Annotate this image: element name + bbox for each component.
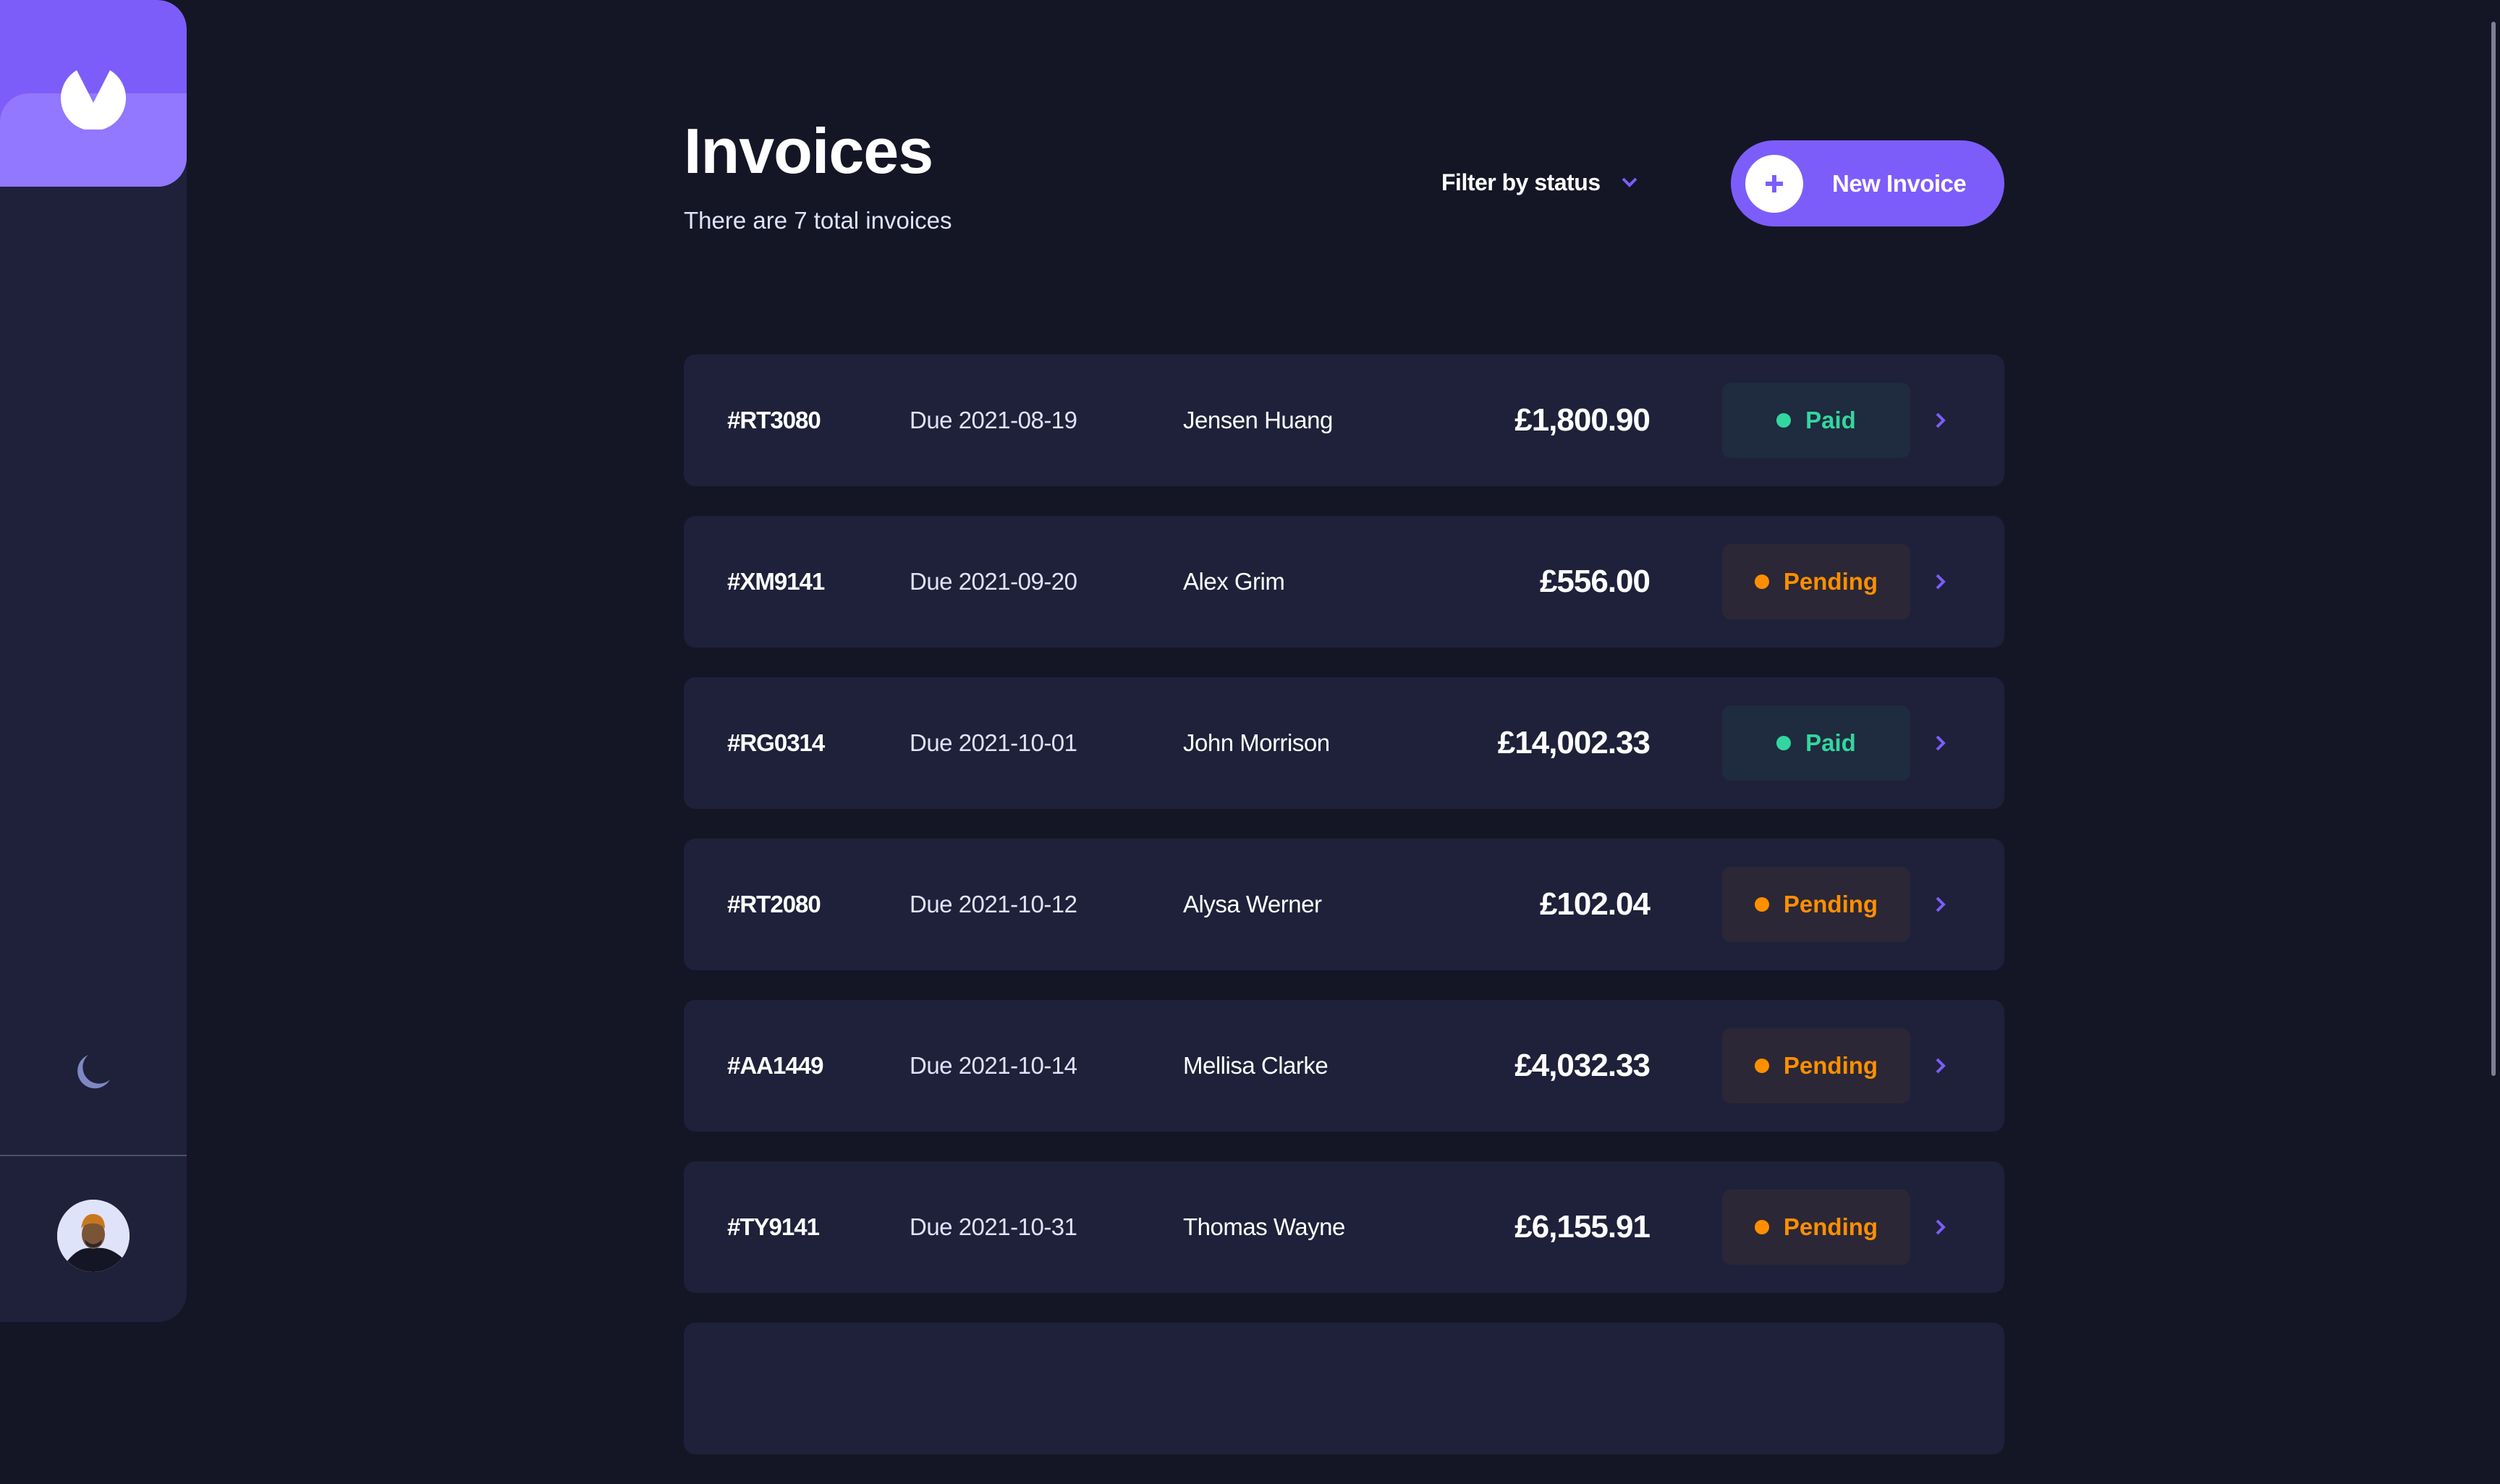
invoice-row[interactable]: #RT3080 Due 2021-08-19 Jensen Huang £1,8…: [684, 355, 2004, 486]
status-dot-icon: [1754, 1220, 1769, 1234]
status-dot-icon: [1754, 1059, 1769, 1073]
status-dot-icon: [1754, 574, 1769, 589]
status-label: Pending: [1783, 568, 1878, 595]
chevron-right-icon: [1936, 574, 1946, 590]
filter-by-status-dropdown[interactable]: Filter by status: [1441, 168, 1638, 197]
avatar-image: [57, 1200, 130, 1272]
invoice-due-date: Due 2021-10-12: [910, 891, 1077, 917]
chevron-down-icon: [1622, 177, 1637, 187]
invoice-row[interactable]: #TY9141 Due 2021-10-31 Thomas Wayne £6,1…: [684, 1161, 2004, 1293]
invoice-amount: £102.04: [1539, 886, 1651, 922]
invoice-client-name: Jensen Huang: [1183, 407, 1333, 433]
scrollbar-thumb[interactable]: [2491, 22, 2496, 1076]
invoice-id: #TY9141: [727, 1213, 820, 1240]
invoice-id: #XM9141: [727, 568, 825, 595]
invoice-due-date: Due 2021-08-19: [910, 407, 1077, 433]
invoice-amount: £1,800.90: [1514, 402, 1651, 438]
invoice-list: #RT3080 Due 2021-08-19 Jensen Huang £1,8…: [684, 355, 2004, 1484]
status-badge: Paid: [1722, 705, 1910, 781]
chevron-right-icon: [1936, 1058, 1946, 1074]
invoice-amount: £6,155.91: [1514, 1209, 1651, 1245]
invoice-client-name: Thomas Wayne: [1183, 1213, 1345, 1240]
status-label: Pending: [1783, 1052, 1878, 1079]
status-badge: Pending: [1722, 544, 1910, 619]
invoice-due-date: Due 2021-10-31: [910, 1213, 1077, 1240]
chevron-right-icon: [1936, 896, 1946, 912]
status-dot-icon: [1776, 736, 1792, 750]
invoice-id: #RT3080: [727, 407, 821, 433]
plus-circle: [1745, 154, 1803, 213]
logo-icon: [61, 70, 126, 130]
plus-icon: [1766, 174, 1783, 192]
app-logo[interactable]: [0, 0, 187, 187]
invoice-row[interactable]: #RG0314 Due 2021-10-01 John Morrison £14…: [684, 677, 2004, 809]
invoice-row-partial[interactable]: [684, 1323, 2004, 1454]
filter-label: Filter by status: [1441, 169, 1601, 195]
invoice-row[interactable]: #XM9141 Due 2021-09-20 Alex Grim £556.00…: [684, 516, 2004, 648]
invoice-amount: £14,002.33: [1497, 725, 1651, 760]
invoice-client-name: Alex Grim: [1183, 568, 1285, 595]
avatar[interactable]: [57, 1200, 130, 1272]
invoice-row[interactable]: #AA1449 Due 2021-10-14 Mellisa Clarke £4…: [684, 1000, 2004, 1132]
invoice-due-date: Due 2021-10-01: [910, 729, 1077, 756]
chevron-right-icon: [1936, 735, 1946, 751]
status-label: Pending: [1783, 891, 1878, 917]
status-badge: Pending: [1722, 1028, 1910, 1103]
status-label: Paid: [1805, 407, 1856, 433]
sidebar: [0, 0, 187, 1322]
invoice-row[interactable]: #RT2080 Due 2021-10-12 Alysa Werner £102…: [684, 839, 2004, 970]
status-badge: Paid: [1722, 383, 1910, 458]
invoice-due-date: Due 2021-10-14: [910, 1052, 1077, 1079]
invoice-id: #RG0314: [727, 729, 825, 756]
invoice-amount: £4,032.33: [1514, 1048, 1651, 1083]
status-label: Paid: [1805, 729, 1856, 756]
status-label: Pending: [1783, 1213, 1878, 1240]
invoice-client-name: Mellisa Clarke: [1183, 1052, 1329, 1079]
invoice-count: There are 7 total invoices: [684, 207, 952, 234]
invoice-id: #RT2080: [727, 891, 821, 917]
new-invoice-label: New Invoice: [1832, 169, 1967, 197]
status-dot-icon: [1776, 413, 1792, 428]
new-invoice-button[interactable]: New Invoice: [1731, 140, 2004, 226]
chevron-right-icon: [1936, 1219, 1946, 1235]
status-badge: Pending: [1722, 867, 1910, 942]
invoice-id: #AA1449: [727, 1052, 823, 1079]
invoice-client-name: John Morrison: [1183, 729, 1330, 756]
invoice-due-date: Due 2021-09-20: [910, 568, 1077, 595]
invoice-client-name: Alysa Werner: [1183, 891, 1322, 917]
status-dot-icon: [1754, 897, 1769, 912]
chevron-right-icon: [1936, 412, 1946, 428]
moon-icon[interactable]: [72, 1051, 114, 1093]
sidebar-divider: [0, 1155, 187, 1156]
page-title: Invoices: [684, 115, 933, 187]
status-badge: Pending: [1722, 1190, 1910, 1265]
invoice-amount: £556.00: [1539, 564, 1651, 599]
